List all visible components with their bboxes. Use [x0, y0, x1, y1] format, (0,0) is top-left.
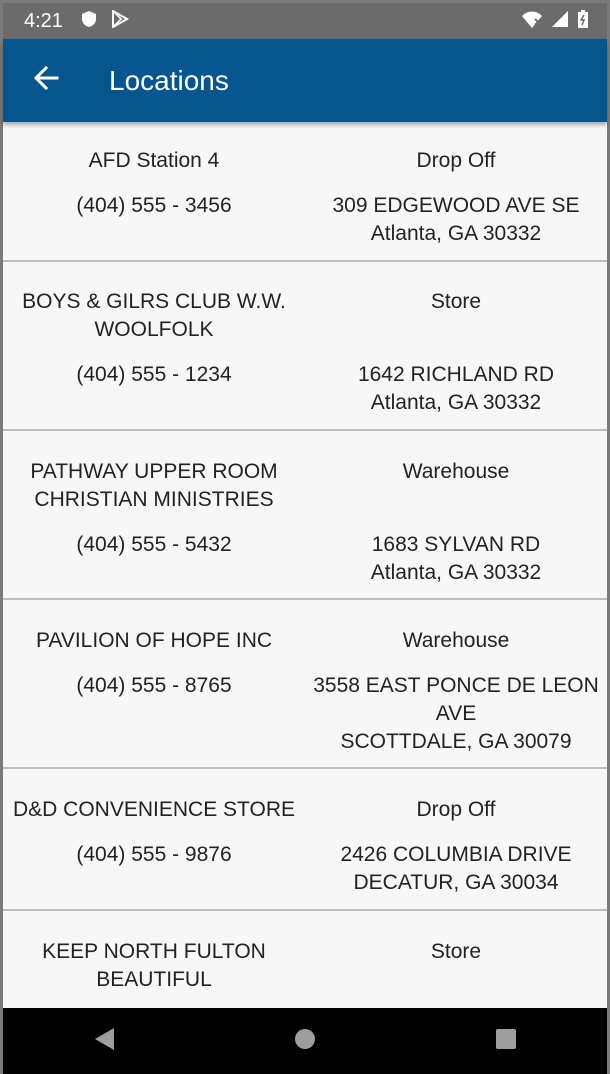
status-time: 4:21 [24, 9, 63, 32]
location-address-line: 1642 RICHLAND RD [357, 363, 555, 386]
location-row[interactable]: D&D CONVENIENCE STORE (404) 555 - 9876 D… [3, 769, 607, 911]
location-address-line: Atlanta, GA 30332 [370, 391, 542, 414]
location-info: BOYS & GILRS CLUB W.W. WOOLFOLK (404) 55… [3, 288, 305, 389]
location-name: KEEP NORTH FULTON [42, 940, 266, 963]
location-name: BEAUTIFUL [96, 968, 212, 991]
location-address-line: 3558 EAST PONCE DE LEON [313, 674, 599, 697]
location-info: KEEP NORTH FULTON BEAUTIFUL [3, 938, 305, 994]
location-name: WOOLFOLK [94, 318, 214, 341]
wifi-icon [521, 10, 543, 33]
location-type: Warehouse [402, 629, 510, 652]
nav-home-button[interactable] [275, 1011, 335, 1071]
back-button[interactable] [27, 61, 65, 99]
location-details: Warehouse 3558 EAST PONCE DE LEON AVE SC… [305, 627, 607, 756]
location-address-line: Atlanta, GA 30332 [370, 222, 542, 245]
nav-recents-button[interactable] [476, 1011, 536, 1071]
play-store-icon [111, 8, 129, 33]
location-type: Drop Off [416, 798, 496, 821]
location-name: PATHWAY UPPER ROOM [30, 460, 278, 483]
shield-icon [81, 10, 97, 33]
location-type: Warehouse [402, 460, 510, 483]
square-recents-icon [494, 1027, 518, 1056]
location-phone: (404) 555 - 5432 [76, 533, 232, 556]
location-type: Store [430, 940, 482, 963]
location-name: AFD Station 4 [88, 149, 220, 172]
location-address-line: DECATUR, GA 30034 [353, 871, 559, 894]
triangle-back-icon [92, 1026, 116, 1057]
location-row[interactable]: AFD Station 4 (404) 555 - 3456 Drop Off … [3, 122, 607, 262]
location-address-line: Atlanta, GA 30332 [370, 561, 542, 584]
location-address-line: 2426 COLUMBIA DRIVE [340, 843, 572, 866]
location-address-line: SCOTTDALE, GA 30079 [340, 730, 572, 753]
status-bar: 4:21 [3, 3, 607, 39]
signal-icon [551, 10, 569, 33]
location-details: Drop Off 2426 COLUMBIA DRIVE DECATUR, GA… [305, 796, 607, 897]
location-address-line: 1683 SYLVAN RD [371, 533, 541, 556]
location-details: Store 1642 RICHLAND RD Atlanta, GA 30332 [305, 288, 607, 417]
location-address-line: AVE [435, 702, 477, 725]
location-row[interactable]: PATHWAY UPPER ROOM CHRISTIAN MINISTRIES … [3, 431, 607, 600]
location-details: Drop Off 309 EDGEWOOD AVE SE Atlanta, GA… [305, 147, 607, 248]
location-row[interactable]: BOYS & GILRS CLUB W.W. WOOLFOLK (404) 55… [3, 262, 607, 431]
location-phone: (404) 555 - 8765 [76, 674, 232, 697]
location-row[interactable]: KEEP NORTH FULTON BEAUTIFUL Store [3, 911, 607, 1008]
location-name: CHRISTIAN MINISTRIES [34, 488, 274, 511]
location-details: Store [305, 938, 607, 966]
location-info: D&D CONVENIENCE STORE (404) 555 - 9876 [3, 796, 305, 869]
circle-home-icon [293, 1027, 317, 1056]
location-name: PAVILION OF HOPE INC [35, 629, 273, 652]
location-type: Drop Off [416, 149, 496, 172]
location-type: Store [430, 290, 482, 313]
page-title: Locations [109, 65, 229, 96]
location-info: AFD Station 4 (404) 555 - 3456 [3, 147, 305, 220]
nav-back-button[interactable] [74, 1011, 134, 1071]
location-address-line: 309 EDGEWOOD AVE SE [332, 194, 580, 217]
locations-list[interactable]: AFD Station 4 (404) 555 - 3456 Drop Off … [3, 122, 607, 1008]
location-row[interactable]: PAVILION OF HOPE INC (404) 555 - 8765 Wa… [3, 600, 607, 769]
system-navigation-bar [3, 1008, 607, 1074]
app-bar: Locations [3, 39, 607, 122]
arrow-left-icon [33, 65, 59, 96]
location-phone: (404) 555 - 3456 [76, 194, 232, 217]
location-info: PATHWAY UPPER ROOM CHRISTIAN MINISTRIES … [3, 458, 305, 559]
location-info: PAVILION OF HOPE INC (404) 555 - 8765 [3, 627, 305, 700]
battery-icon [577, 9, 589, 34]
location-phone: (404) 555 - 9876 [76, 843, 232, 866]
location-name: BOYS & GILRS CLUB W.W. [22, 290, 286, 313]
location-details: Warehouse 1683 SYLVAN RD Atlanta, GA 303… [305, 458, 607, 587]
location-name: D&D CONVENIENCE STORE [13, 798, 295, 821]
location-phone: (404) 555 - 1234 [76, 363, 232, 386]
